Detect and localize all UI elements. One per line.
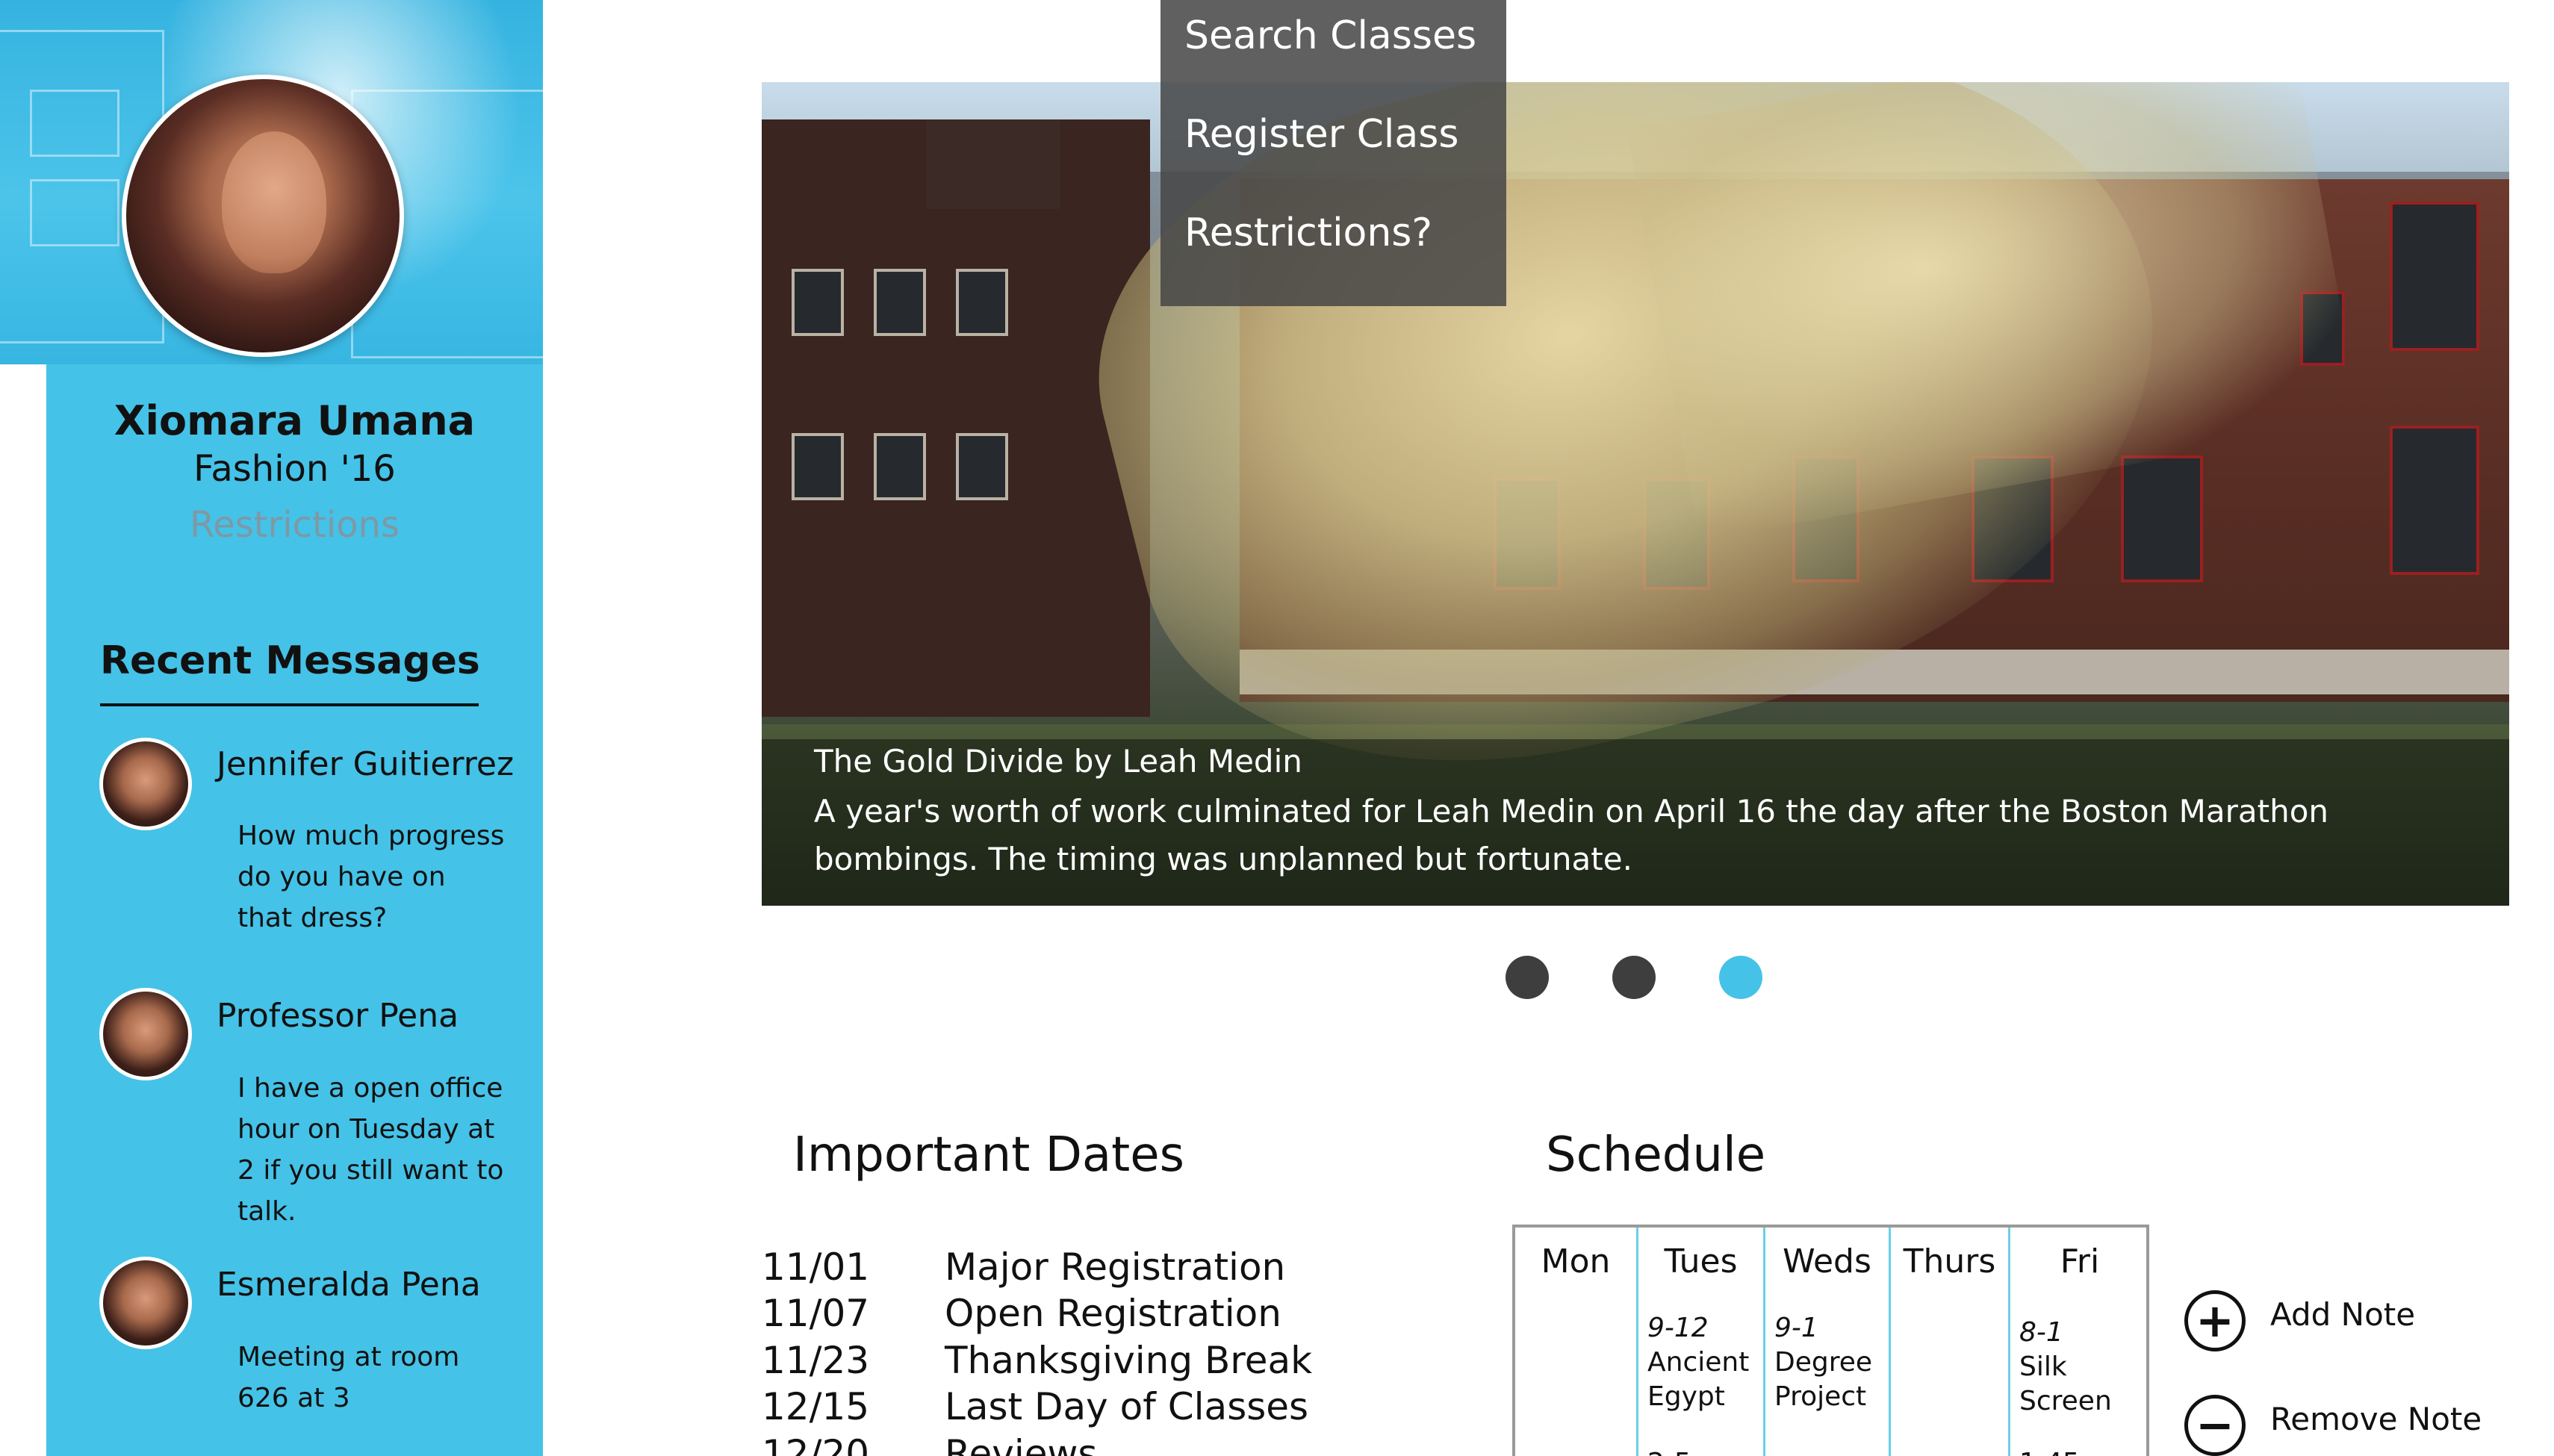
recent-messages-heading: Recent Messages — [100, 638, 480, 683]
schedule-heading: Schedule — [1546, 1127, 1766, 1183]
carousel-dot-2[interactable] — [1612, 956, 1656, 999]
profile-name: Xiomara Umana — [114, 397, 476, 444]
date-event: Major Registration — [945, 1245, 1286, 1289]
date-event: Thanksgiving Break — [945, 1339, 1313, 1382]
class-time: 9-1 — [1774, 1313, 1818, 1343]
heading-divider — [100, 703, 479, 706]
date-event: Last Day of Classes — [945, 1385, 1309, 1428]
carousel-dot-3[interactable] — [1719, 956, 1762, 999]
message-avatar[interactable] — [99, 1257, 192, 1349]
class-time[interactable]: 2-5 — [1647, 1448, 1691, 1456]
important-dates-heading: Important Dates — [793, 1127, 1184, 1183]
class-name-line: Ancient — [1647, 1347, 1750, 1378]
remove-note-label: Remove Note — [2270, 1401, 2482, 1437]
message-text[interactable]: Meeting at room 626 at 3 — [237, 1337, 506, 1419]
schedule-day: Tues — [1664, 1242, 1738, 1281]
minus-circle-icon: − — [2184, 1395, 2246, 1456]
schedule-column-thurs: Thurs — [1891, 1228, 2010, 1456]
date-value: 12/15 — [762, 1385, 870, 1428]
schedule-day: Mon — [1541, 1242, 1611, 1281]
nav-register-class[interactable]: Register Class — [1184, 112, 1458, 157]
message-sender[interactable]: Professor Pena — [217, 997, 459, 1035]
message-text[interactable]: I have a open office hour on Tuesday at … — [237, 1068, 506, 1232]
nav-restrictions[interactable]: Restrictions? — [1184, 211, 1432, 255]
schedule-column-weds: Weds 9-1 Degree Project — [1765, 1228, 1891, 1456]
message-avatar[interactable] — [99, 738, 192, 830]
schedule-column-mon: Mon — [1515, 1228, 1638, 1456]
date-value: 11/23 — [762, 1339, 870, 1382]
date-event: Open Registration — [945, 1292, 1281, 1335]
nav-search-classes[interactable]: Search Classes — [1184, 13, 1476, 58]
class-name-line: Degree — [1774, 1347, 1873, 1378]
schedule-day: Thurs — [1903, 1242, 1996, 1281]
message-sender[interactable]: Jennifer Guitierrez — [217, 745, 514, 783]
profile-avatar[interactable] — [122, 75, 404, 357]
date-value: 11/01 — [762, 1245, 870, 1289]
class-name-line: Silk — [2019, 1351, 2067, 1382]
schedule-day: Fri — [2060, 1242, 2100, 1281]
message-text[interactable]: How much progress do you have on that dr… — [237, 815, 506, 939]
schedule-column-fri: Fri 8-1 Silk Screen 1:45-4:45 — [2010, 1228, 2149, 1456]
profile-major: Fashion '16 — [193, 448, 396, 490]
hero-caption-text: A year's worth of work culminated for Le… — [814, 793, 2329, 877]
carousel-dot-1[interactable] — [1506, 956, 1549, 999]
schedule-class[interactable]: 9-12 Ancient Egypt — [1647, 1311, 1749, 1414]
message-avatar[interactable] — [99, 988, 192, 1080]
class-time: 8-1 — [2019, 1317, 2063, 1348]
hero-caption-title: The Gold Divide by Leah Medin — [814, 743, 1302, 780]
schedule-column-tues: Tues 9-12 Ancient Egypt 2-5 — [1638, 1228, 1765, 1456]
nav-menu: Search Classes Register Class Restrictio… — [1161, 0, 1506, 306]
schedule-table: Mon Tues 9-12 Ancient Egypt 2-5 Weds 9-1… — [1512, 1225, 2149, 1456]
class-time[interactable]: 1:45-4:45 — [2019, 1448, 2149, 1456]
restrictions-link[interactable]: Restrictions — [46, 504, 543, 546]
date-event: Reviews — [945, 1432, 1098, 1456]
add-note-label: Add Note — [2270, 1296, 2416, 1333]
class-name-line: Egypt — [1647, 1381, 1725, 1412]
class-time: 9-12 — [1647, 1313, 1709, 1343]
date-value: 11/07 — [762, 1292, 870, 1335]
schedule-class[interactable]: 9-1 Degree Project — [1774, 1311, 1872, 1414]
plus-circle-icon: + — [2184, 1290, 2246, 1351]
schedule-day: Weds — [1783, 1242, 1871, 1281]
class-name-line: Screen — [2019, 1386, 2112, 1416]
add-note-button[interactable]: + Add Note — [2184, 1290, 2483, 1357]
schedule-class[interactable]: 8-1 Silk Screen — [2019, 1316, 2112, 1419]
remove-note-button[interactable]: − Remove Note — [2184, 1395, 2520, 1456]
message-sender[interactable]: Esmeralda Pena — [217, 1266, 481, 1304]
hero-carousel-image[interactable] — [762, 82, 2509, 906]
date-value: 12/20 — [762, 1432, 870, 1456]
class-name-line: Project — [1774, 1381, 1867, 1412]
